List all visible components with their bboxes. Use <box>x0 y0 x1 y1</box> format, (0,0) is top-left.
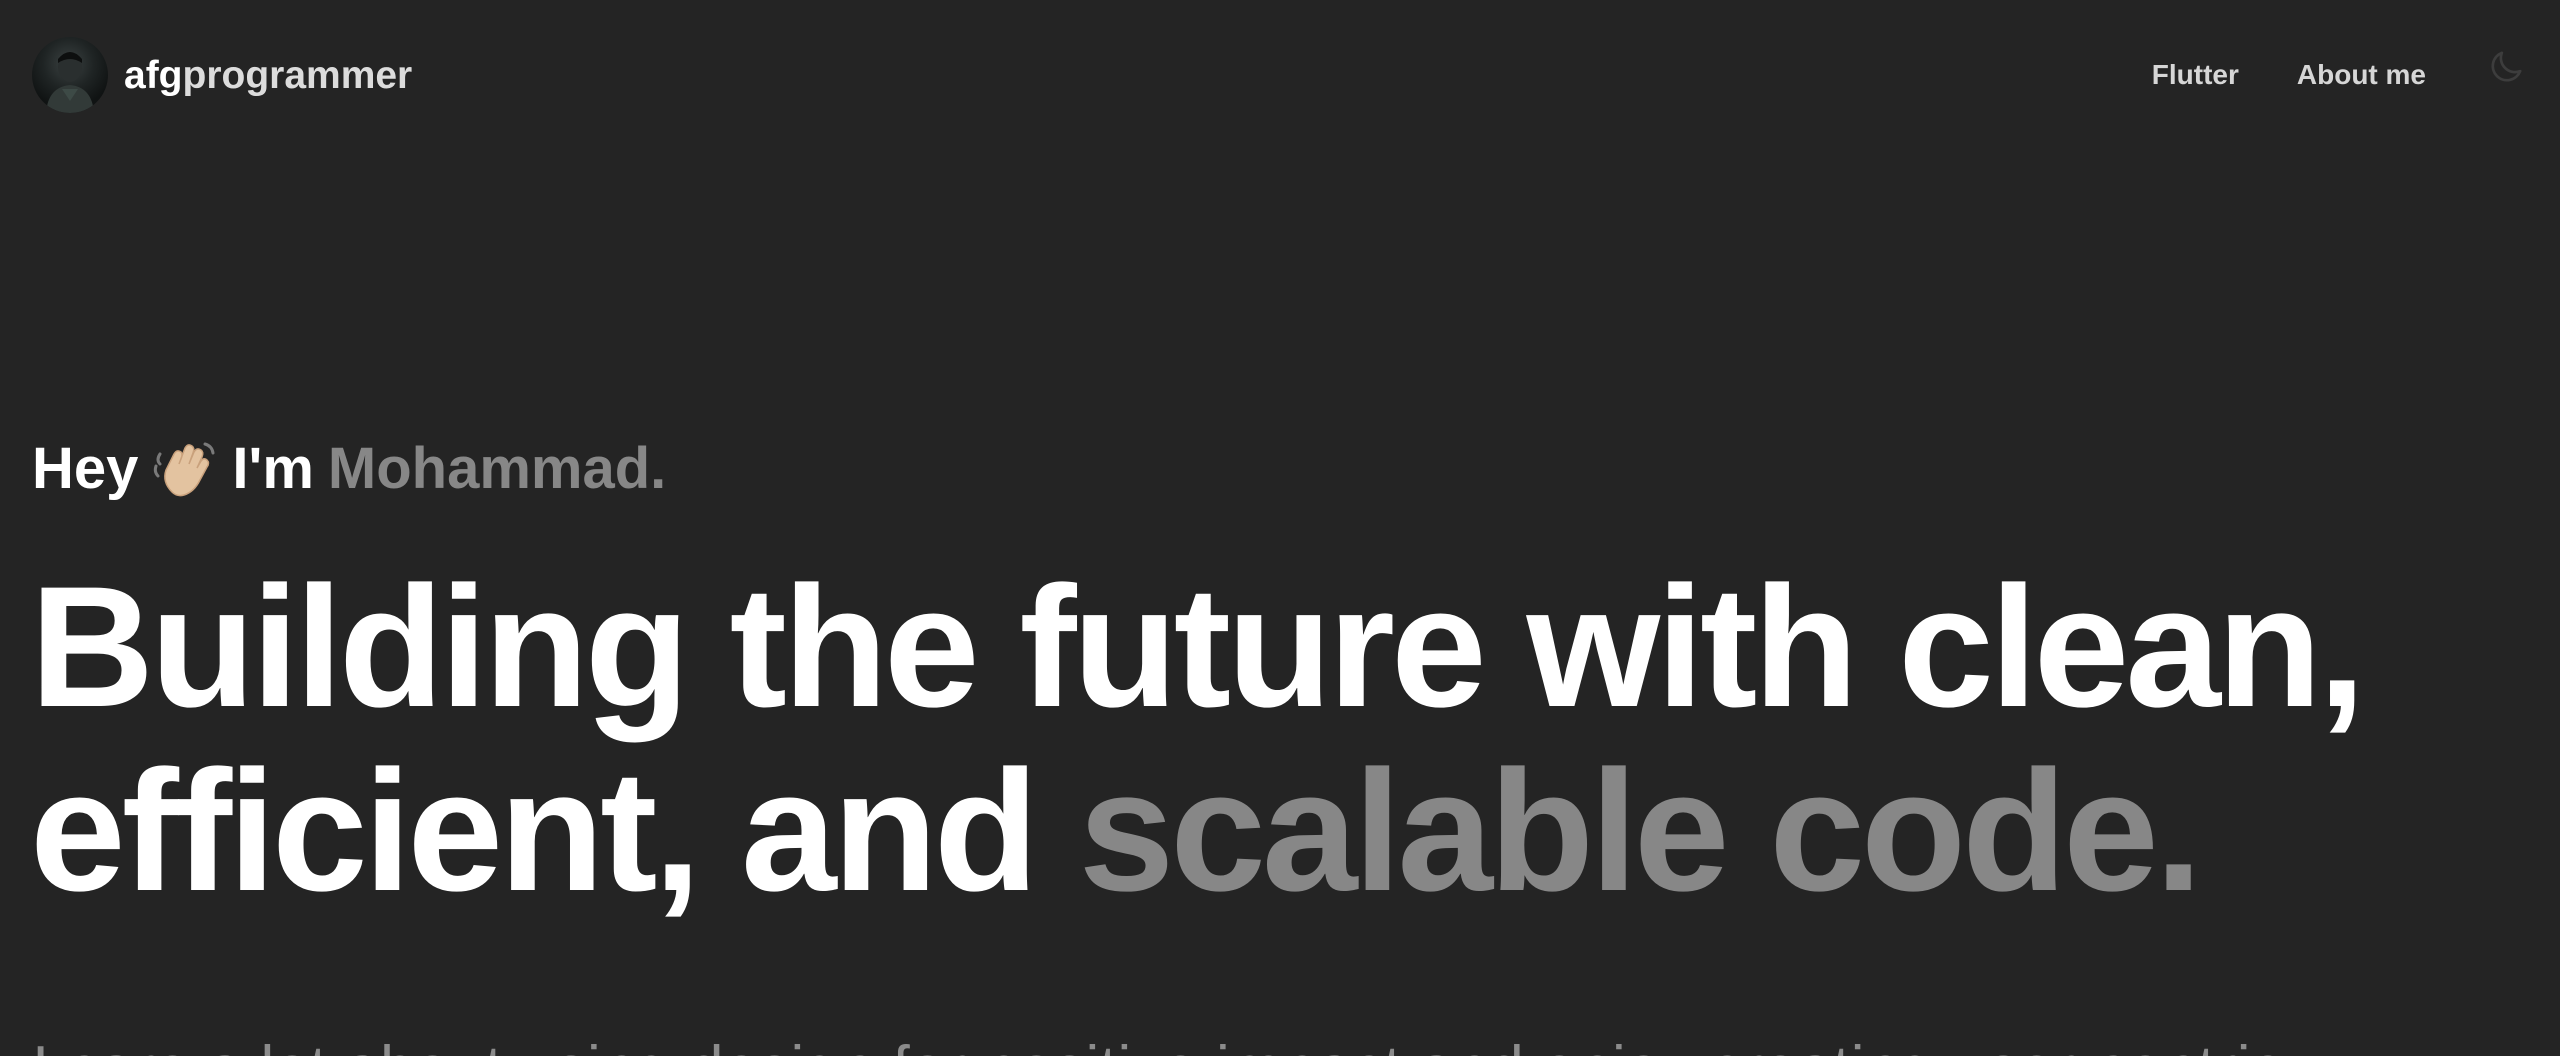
main-nav: Flutter About me <box>2152 0 2560 150</box>
headline-line-2-plain: efficient, and <box>30 735 1039 927</box>
profile-photo-icon <box>46 52 94 113</box>
headline-line-2-muted: scalable code. <box>1078 735 2203 927</box>
nav-link-flutter[interactable]: Flutter <box>2152 61 2239 89</box>
brand-name: afgprogrammer <box>124 56 412 95</box>
headline-line-2: efficient, and scalable code. <box>30 739 2550 923</box>
waving-hand-icon <box>152 436 218 502</box>
brand-home-link[interactable]: afgprogrammer <box>32 37 412 113</box>
greeting-name: Mohammad. <box>327 436 667 501</box>
site-header: afgprogrammer Flutter About me <box>0 0 2560 150</box>
moon-icon <box>2491 51 2522 82</box>
brand-name-part1: afg <box>124 53 183 97</box>
theme-toggle-button[interactable] <box>2484 45 2528 89</box>
greeting: Hey I'm Mohammad. <box>32 436 666 502</box>
greeting-im: I'm <box>232 436 314 501</box>
brand-name-part2: programmer <box>182 53 413 97</box>
greeting-hey: Hey <box>32 436 139 501</box>
nav-link-about-me[interactable]: About me <box>2297 61 2426 89</box>
hero-headline: Building the future with clean, efficien… <box>30 555 2550 923</box>
avatar <box>32 37 108 113</box>
hero-intro-text: I care a lot about using design for posi… <box>32 1032 2300 1056</box>
headline-line-1: Building the future with clean, <box>30 551 2366 743</box>
